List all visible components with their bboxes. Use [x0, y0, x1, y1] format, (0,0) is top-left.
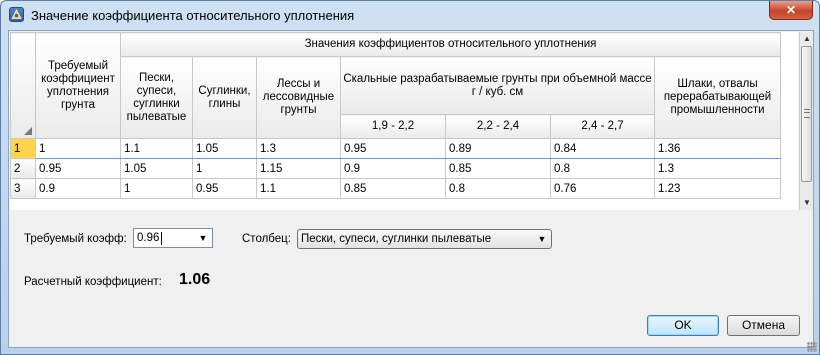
table-row[interactable]: 3 0.9 1 0.95 1.1 0.85 0.8 0.76 1.23	[10, 178, 781, 199]
chevron-down-icon[interactable]: ▼	[196, 229, 210, 247]
required-coefficient-combo[interactable]: 0.96 ▼	[133, 228, 213, 248]
header-loam[interactable]: Суглинки, глины	[192, 56, 257, 139]
table-cell[interactable]: 1	[35, 138, 121, 159]
table-cell[interactable]: 1.23	[654, 178, 781, 199]
table-cell[interactable]: 0.85	[340, 178, 446, 199]
ok-button[interactable]: OK	[647, 315, 719, 336]
header-rock: Скальные разрабатываемые грунты при объе…	[340, 56, 655, 115]
table-cell[interactable]: 1.15	[256, 158, 341, 179]
cancel-button[interactable]: Отмена	[727, 315, 800, 336]
table-cell[interactable]: 1.05	[192, 138, 257, 159]
header-rock-sub-3[interactable]: 2,4 - 2,7	[550, 114, 655, 139]
close-button[interactable]: ✕	[769, 1, 813, 20]
row-header[interactable]: 1	[10, 138, 36, 159]
header-slag[interactable]: Шлаки, отвалы перерабатывающей промышлен…	[654, 56, 781, 139]
coefficients-table: Требуемый коэффициент уплотнения грунта …	[10, 32, 781, 199]
header-sand[interactable]: Пески, супеси, суглинки пылеватые	[120, 56, 193, 139]
text-caret	[161, 232, 162, 245]
result-label: Расчетный коэффициент:	[24, 276, 162, 288]
table-cell[interactable]: 0.95	[35, 158, 121, 179]
select-all-icon	[24, 127, 32, 135]
header-group-coefficients: Значения коэффициентов относительного уп…	[120, 32, 781, 57]
coefficients-grid[interactable]: Требуемый коэффициент уплотнения грунта …	[10, 32, 798, 210]
grid-corner[interactable]	[10, 32, 36, 139]
column-label: Столбец:	[242, 233, 291, 245]
table-cell[interactable]: 0.89	[445, 138, 551, 159]
table-cell[interactable]: 1.1	[120, 138, 193, 159]
table-cell[interactable]: 1	[120, 178, 193, 199]
table-cell[interactable]: 0.84	[550, 138, 655, 159]
arrow-up-icon[interactable]: ▲	[800, 33, 814, 45]
vertical-scrollbar[interactable]: ▲ ▼	[799, 32, 813, 210]
table-cell[interactable]: 1.1	[256, 178, 341, 199]
table-cell[interactable]: 1.05	[120, 158, 193, 179]
column-select[interactable]: Пески, супеси, суглинки пылеватые ▼	[297, 229, 552, 249]
result-value: 1.06	[179, 271, 211, 288]
table-cell[interactable]: 0.8	[445, 178, 551, 199]
column-select-value: Пески, супеси, суглинки пылеватые	[301, 233, 492, 245]
dialog-body: Требуемый коэффициент уплотнения грунта …	[8, 30, 814, 348]
resize-grip-icon[interactable]	[807, 342, 817, 352]
table-row[interactable]: 2 0.95 1.05 1 1.15 0.9 0.85 0.8 1.3	[10, 158, 781, 179]
header-required-coefficient[interactable]: Требуемый коэффициент уплотнения грунта	[35, 32, 121, 139]
header-loess[interactable]: Лессы и лессовидные грунты	[256, 56, 341, 139]
table-cell[interactable]: 1.3	[256, 138, 341, 159]
table-cell[interactable]: 1.3	[654, 158, 781, 179]
row-header[interactable]: 2	[10, 158, 36, 179]
header-rock-sub-2[interactable]: 2,2 - 2,4	[445, 114, 551, 139]
required-coefficient-label: Требуемый коэфф:	[24, 233, 127, 245]
table-cell[interactable]: 1	[192, 158, 257, 179]
title-bar[interactable]: Значение коэффициента относительного упл…	[1, 1, 819, 29]
arrow-down-icon[interactable]: ▼	[800, 197, 814, 209]
table-cell[interactable]: 0.95	[192, 178, 257, 199]
scroll-thumb[interactable]	[801, 46, 812, 182]
window-title: Значение коэффициента относительного упл…	[31, 8, 355, 23]
chevron-down-icon: ▼	[537, 234, 547, 244]
header-rock-sub-1[interactable]: 1,9 - 2,2	[340, 114, 446, 139]
table-cell[interactable]: 0.9	[340, 158, 446, 179]
row-header[interactable]: 3	[10, 178, 36, 199]
table-cell[interactable]: 0.95	[340, 138, 446, 159]
app-icon	[9, 7, 24, 22]
table-cell[interactable]: 1.36	[654, 138, 781, 159]
table-cell[interactable]: 0.8	[550, 158, 655, 179]
required-coefficient-value[interactable]: 0.96	[137, 232, 159, 244]
table-cell[interactable]: 0.9	[35, 178, 121, 199]
table-row[interactable]: 1 1 1.1 1.05 1.3 0.95 0.89 0.84 1.36	[10, 138, 781, 159]
table-cell[interactable]: 0.76	[550, 178, 655, 199]
dialog-window: Значение коэффициента относительного упл…	[0, 0, 820, 355]
grip-icon	[804, 109, 810, 118]
table-cell[interactable]: 0.85	[445, 158, 551, 179]
